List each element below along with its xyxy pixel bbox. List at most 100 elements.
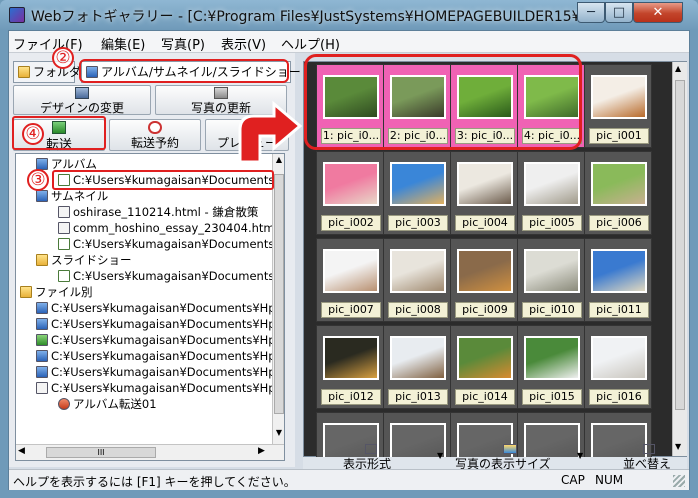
photo-cell[interactable]: pic_i003 — [383, 151, 451, 235]
scheduled-transfer-label: 転送予約 — [130, 136, 179, 150]
chevron-down-icon[interactable]: ▼ — [577, 451, 583, 460]
grid-scroll-thumb[interactable] — [675, 80, 685, 410]
grid-vertical-scrollbar[interactable]: ▲ ▼ — [672, 62, 687, 456]
album-icon — [36, 350, 48, 362]
photo-thumbnail[interactable] — [591, 162, 647, 206]
photo-thumbnail[interactable] — [390, 249, 446, 293]
photo-cell[interactable]: pic_i001 — [584, 64, 652, 148]
transfer-icon — [58, 398, 70, 410]
photo-thumbnail[interactable] — [390, 162, 446, 206]
design-change-label: デザインの変更 — [39, 101, 124, 115]
tree-scroll-thumb[interactable] — [274, 174, 284, 414]
photo-cell[interactable]: pic_i011 — [584, 238, 652, 322]
album-icon — [36, 366, 48, 378]
scheduled-transfer-button[interactable]: 転送予約 — [109, 119, 201, 151]
thumbnail-icon — [36, 190, 48, 202]
photo-thumbnail[interactable] — [591, 423, 647, 458]
scroll-right-icon[interactable]: ▶ — [258, 446, 265, 456]
clock-icon — [148, 121, 162, 134]
photo-thumbnail[interactable] — [457, 336, 513, 380]
folder-icon — [20, 286, 32, 298]
annotation-box-selected-photos — [304, 54, 582, 150]
tree-byfile-item[interactable]: C:¥Users¥kumagaisan¥Documents¥Hp — [36, 348, 276, 364]
close-button[interactable]: ✕ — [633, 2, 683, 23]
window-title: Webフォトギャラリー - [C:¥Program Files¥JustSyst… — [31, 9, 594, 25]
menu-view[interactable]: 表示(V) — [221, 34, 266, 53]
photo-cell[interactable]: pic_i010 — [517, 238, 585, 322]
tree-transfer-item[interactable]: アルバム転送01 — [58, 396, 157, 412]
photo-thumbnail[interactable] — [457, 249, 513, 293]
title-bar[interactable]: Webフォトギャラリー - [C:¥Program Files¥JustSyst… — [0, 0, 698, 30]
page-icon — [58, 238, 70, 250]
photo-cell[interactable]: pic_i013 — [383, 325, 451, 409]
tree-slideshow-header[interactable]: スライドショー — [36, 252, 132, 268]
document-icon — [58, 222, 70, 234]
photo-cell[interactable]: pic_i016 — [584, 325, 652, 409]
tree-byfile-item[interactable]: C:¥Users¥kumagaisan¥Documents¥Hp — [36, 300, 276, 316]
album-icon — [36, 318, 48, 330]
photo-thumbnail[interactable] — [323, 249, 379, 293]
resize-grip[interactable] — [673, 475, 685, 487]
tree-hscroll-thumb[interactable]: III — [46, 447, 156, 458]
photo-cell[interactable]: pic_i014 — [450, 325, 518, 409]
photo-thumbnail[interactable] — [390, 336, 446, 380]
scroll-up-icon[interactable]: ▲ — [675, 64, 681, 73]
photo-cell[interactable]: pic_i012 — [316, 325, 384, 409]
tree-vertical-scrollbar[interactable]: ▲ ▼ — [272, 154, 284, 444]
photo-caption: pic_i005 — [522, 215, 582, 231]
annotation-box-album-tab — [79, 59, 289, 83]
tree-slideshow-item[interactable]: C:¥Users¥kumagaisan¥Documents¥ — [58, 268, 282, 284]
photo-cell[interactable]: pic_i009 — [450, 238, 518, 322]
photo-thumbnail[interactable] — [457, 162, 513, 206]
photo-caption: pic_i003 — [388, 215, 448, 231]
photo-thumbnail[interactable] — [591, 249, 647, 293]
photo-thumbnail[interactable] — [591, 336, 647, 380]
photo-cell[interactable] — [584, 412, 652, 458]
photo-thumbnail[interactable] — [524, 336, 580, 380]
tree-byfile-header[interactable]: ファイル別 — [20, 284, 93, 300]
scroll-down-icon[interactable]: ▼ — [274, 428, 284, 440]
chevron-down-icon[interactable]: ▼ — [437, 451, 443, 460]
photo-cell[interactable]: pic_i006 — [584, 151, 652, 235]
photo-thumbnail[interactable] — [591, 75, 647, 119]
tree-byfile-item[interactable]: C:¥Users¥kumagaisan¥Documents¥Hp — [36, 316, 276, 332]
status-help-text: ヘルプを表示するには [F1] キーを押してください。 — [13, 475, 296, 489]
photo-cell[interactable]: pic_i015 — [517, 325, 585, 409]
photo-caption: pic_i007 — [321, 302, 381, 318]
photo-cell[interactable]: pic_i002 — [316, 151, 384, 235]
photo-cell[interactable]: pic_i004 — [450, 151, 518, 235]
tree-thumbnail-item[interactable]: oshirase_110214.html - 鎌倉散策 — [58, 204, 258, 220]
tree-byfile-item[interactable]: C:¥Users¥kumagaisan¥Documents¥Hp — [36, 364, 276, 380]
photo-thumbnail[interactable] — [524, 423, 580, 458]
photo-cell[interactable]: pic_i008 — [383, 238, 451, 322]
tree-thumbnail-header[interactable]: サムネイル — [36, 188, 108, 204]
annotation-number-2: ② — [52, 47, 74, 69]
photo-caption: pic_i010 — [522, 302, 582, 318]
design-change-button[interactable]: デザインの変更 — [13, 85, 151, 115]
photo-cell[interactable]: pic_i005 — [517, 151, 585, 235]
tree-horizontal-scrollbar[interactable]: ◀ III ▶ — [16, 444, 284, 460]
photo-cell[interactable] — [517, 412, 585, 458]
tree-thumbnail-item[interactable]: comm_hoshino_essay_230404.html — [58, 220, 278, 236]
tree-thumbnail-item[interactable]: C:¥Users¥kumagaisan¥Documents¥ — [58, 236, 282, 252]
scroll-left-icon[interactable]: ◀ — [18, 446, 25, 456]
photo-thumbnail[interactable] — [323, 336, 379, 380]
photo-thumbnail[interactable] — [524, 162, 580, 206]
photo-thumbnail[interactable] — [524, 249, 580, 293]
scroll-down-icon[interactable]: ▼ — [675, 442, 681, 451]
menu-edit[interactable]: 編集(E) — [101, 34, 145, 53]
app-icon[interactable] — [9, 7, 25, 23]
menu-help[interactable]: ヘルプ(H) — [281, 34, 340, 53]
tree-byfile-item[interactable]: C:¥Users¥kumagaisan¥Documents¥Hp — [36, 332, 276, 348]
photo-thumbnail[interactable] — [323, 162, 379, 206]
menu-photo[interactable]: 写真(P) — [161, 34, 205, 53]
album-icon — [36, 302, 48, 314]
minimize-button[interactable]: ─ — [577, 2, 605, 23]
annotation-number-3: ③ — [27, 169, 49, 191]
maximize-button[interactable]: □ — [605, 2, 633, 23]
menu-file[interactable]: ファイル(F) — [13, 34, 83, 53]
tree-byfile-item[interactable]: C:¥Users¥kumagaisan¥Documents¥Hp — [36, 380, 276, 396]
photo-cell[interactable]: pic_i007 — [316, 238, 384, 322]
photo-caption: pic_i006 — [589, 215, 649, 231]
annotation-box-album-item — [52, 170, 274, 190]
